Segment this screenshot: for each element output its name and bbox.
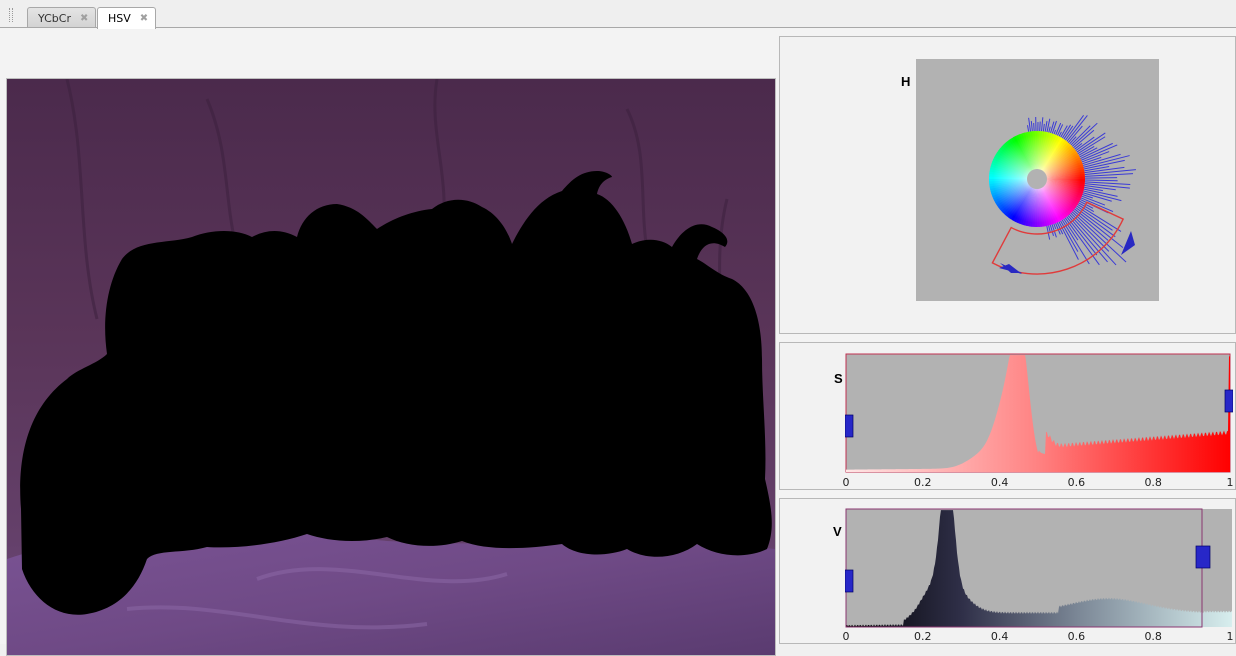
tick-label: 0.2 <box>914 630 932 643</box>
hue-histogram-bar <box>1085 178 1117 179</box>
saturation-high-handle[interactable] <box>1225 390 1233 412</box>
hue-panel: H <box>779 36 1236 334</box>
tick-label: 0.4 <box>991 476 1009 489</box>
close-icon[interactable]: ✖ <box>140 13 148 24</box>
image-preview[interactable] <box>6 78 776 656</box>
tick-label: 1 <box>1227 630 1234 643</box>
tick-label: 0.4 <box>991 630 1009 643</box>
tab-label: HSV <box>108 12 131 25</box>
tab-hsv[interactable]: HSV ✖ <box>97 7 156 29</box>
value-low-handle[interactable] <box>845 570 853 592</box>
color-thresholder-workspace: H S <box>0 28 1236 644</box>
value-high-handle[interactable] <box>1196 546 1210 568</box>
saturation-histogram[interactable] <box>845 353 1233 477</box>
tab-bar: YCbCr ✖ HSV ✖ <box>0 0 1236 28</box>
value-axis-title: V <box>833 524 842 539</box>
hue-histogram-bar <box>1085 180 1118 181</box>
tick-label: 0 <box>843 476 850 489</box>
value-histogram[interactable] <box>845 508 1233 632</box>
hue-wheel-center <box>1027 169 1047 189</box>
tick-label: 1 <box>1227 476 1234 489</box>
hue-axis-title: H <box>901 74 910 89</box>
tick-label: 0.8 <box>1144 476 1162 489</box>
tab-label: YCbCr <box>38 12 71 25</box>
saturation-axis-title: S <box>834 371 843 386</box>
tick-label: 0.6 <box>1068 630 1086 643</box>
saturation-panel: S 0 0.2 0.4 0.6 0.8 1 <box>779 342 1236 490</box>
close-icon[interactable]: ✖ <box>80 13 88 24</box>
saturation-low-handle[interactable] <box>845 415 853 437</box>
tick-label: 0 <box>843 630 850 643</box>
tick-label: 0.6 <box>1068 476 1086 489</box>
tick-label: 0.2 <box>914 476 932 489</box>
tab-ycbcr[interactable]: YCbCr ✖ <box>27 7 96 28</box>
hue-wheel-plot[interactable] <box>916 59 1159 301</box>
drag-grip-icon[interactable] <box>9 8 13 22</box>
tick-label: 0.8 <box>1144 630 1162 643</box>
masked-image <box>7 79 775 655</box>
hue-histogram-bar <box>1040 122 1041 131</box>
value-panel: V 0 0.2 0.4 0.6 0.8 1 <box>779 498 1236 644</box>
